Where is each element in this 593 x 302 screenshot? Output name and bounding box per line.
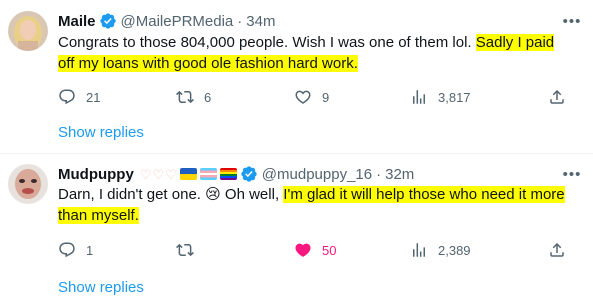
share-button[interactable] xyxy=(548,86,566,108)
tweet[interactable]: Mudpuppy ♡ ♡ ♡ @mudpuppy_16 · 32m ••• Da… xyxy=(0,154,593,302)
rainbow-flag-icon xyxy=(219,168,237,180)
ukraine-flag-icon xyxy=(179,168,197,180)
timestamp[interactable]: 32m xyxy=(385,166,414,183)
retweet-icon xyxy=(176,90,194,104)
reply-button[interactable]: 1 xyxy=(58,239,93,261)
retweet-button[interactable]: 6 xyxy=(176,86,211,108)
avatar[interactable] xyxy=(8,11,48,51)
timestamp[interactable]: 34m xyxy=(246,13,275,30)
heart-filled-icon xyxy=(295,243,311,257)
views-button[interactable]: 3,817 xyxy=(410,86,471,108)
view-count: 2,389 xyxy=(438,242,471,258)
reply-count: 21 xyxy=(86,89,101,105)
views-button[interactable]: 2,389 xyxy=(410,239,471,261)
retweet-button[interactable] xyxy=(176,239,204,261)
share-icon xyxy=(550,89,564,104)
retweet-icon xyxy=(176,243,194,257)
heart-emoji-icon: ♡ xyxy=(139,166,152,182)
heart-emoji-icon: ♡ xyxy=(152,166,165,182)
action-bar: 1 50 2,389 xyxy=(58,239,566,261)
reply-icon xyxy=(59,242,75,258)
views-icon xyxy=(413,243,425,257)
view-count: 3,817 xyxy=(438,89,471,105)
show-replies-link[interactable]: Show replies xyxy=(58,124,144,141)
separator: · xyxy=(376,165,382,183)
tweet-text: Congrats to those 804,000 people. Wish I… xyxy=(58,32,573,74)
heart-icon xyxy=(295,90,311,104)
handle[interactable]: @MailePRMedia xyxy=(121,13,234,30)
verified-badge-icon xyxy=(240,165,258,183)
reply-button[interactable]: 21 xyxy=(58,86,100,108)
like-button[interactable]: 50 xyxy=(294,239,336,261)
heart-emoji-icon: ♡ xyxy=(165,166,177,182)
views-icon xyxy=(413,90,425,104)
tweet-text-plain: Darn, I didn't get one. 😢 Oh well, xyxy=(58,186,284,203)
share-button[interactable] xyxy=(548,239,566,261)
tweet-header: Maile @MailePRMedia · 34m ••• xyxy=(58,10,583,32)
display-name[interactable]: Mudpuppy xyxy=(58,166,134,183)
like-button[interactable]: 9 xyxy=(294,86,329,108)
like-count: 9 xyxy=(322,89,330,105)
avatar[interactable] xyxy=(8,164,48,204)
retweet-count: 6 xyxy=(204,89,212,105)
more-icon[interactable]: ••• xyxy=(561,163,583,185)
display-name[interactable]: Maile xyxy=(58,13,96,30)
more-icon[interactable]: ••• xyxy=(561,10,583,32)
tweet-header: Mudpuppy ♡ ♡ ♡ @mudpuppy_16 · 32m ••• xyxy=(58,163,583,185)
reply-icon xyxy=(59,89,75,105)
tweet[interactable]: Maile @MailePRMedia · 34m ••• Congrats t… xyxy=(0,0,593,154)
tweet-text-plain: Congrats to those 804,000 people. Wish I… xyxy=(58,34,476,51)
name-emoji-decorations: ♡ ♡ ♡ xyxy=(140,168,237,181)
show-replies-link[interactable]: Show replies xyxy=(58,279,144,296)
tweet-text: Darn, I didn't get one. 😢 Oh well, I'm g… xyxy=(58,184,573,226)
handle[interactable]: @mudpuppy_16 xyxy=(262,166,372,183)
reply-count: 1 xyxy=(86,242,94,258)
action-bar: 21 6 9 3,817 xyxy=(58,86,566,108)
trans-flag-icon xyxy=(199,168,217,180)
like-count: 50 xyxy=(322,242,337,258)
separator: · xyxy=(237,12,243,30)
share-icon xyxy=(550,242,564,257)
verified-badge-icon xyxy=(99,12,117,30)
